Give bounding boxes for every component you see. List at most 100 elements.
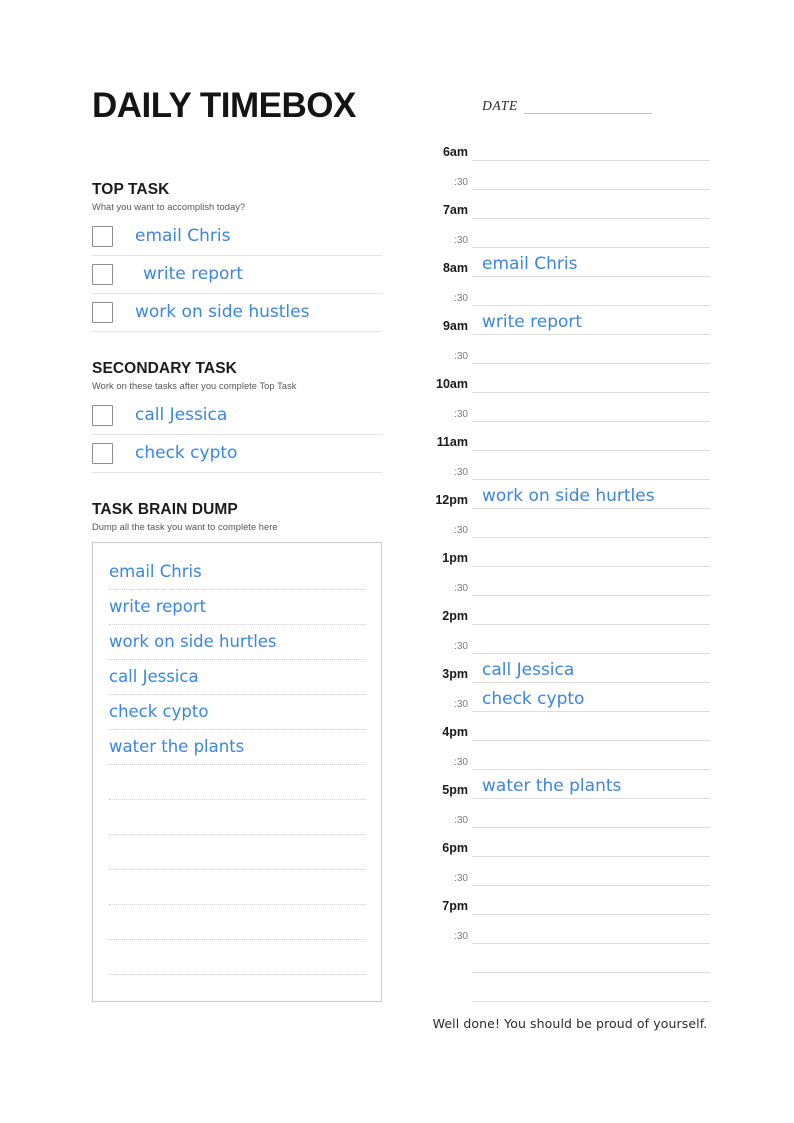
brain-dump-line[interactable]: email Chris [109, 555, 365, 590]
task-row[interactable]: work on side hustles [92, 294, 382, 332]
schedule-row[interactable]: 3pm call Jessica [430, 654, 710, 683]
schedule-row[interactable]: :30 [430, 567, 710, 596]
schedule-entry-line[interactable] [472, 915, 710, 944]
schedule-row[interactable]: :30 [430, 393, 710, 422]
schedule-entry-line[interactable] [472, 393, 710, 422]
schedule-entry-text: email Chris [482, 254, 578, 274]
schedule-row[interactable]: :30 check cypto [430, 683, 710, 712]
schedule-entry-line[interactable] [472, 567, 710, 596]
date-input-line[interactable] [523, 113, 652, 114]
brain-dump-line[interactable]: water the plants [109, 730, 365, 765]
schedule-row[interactable]: :30 [430, 451, 710, 480]
schedule-row[interactable]: :30 [430, 219, 710, 248]
schedule-entry-line[interactable] [472, 712, 710, 741]
schedule-row[interactable]: 1pm [430, 538, 710, 567]
task-label: call Jessica [135, 404, 228, 425]
brain-dump-line[interactable]: write report [109, 590, 365, 625]
schedule-entry-line[interactable] [472, 190, 710, 219]
task-checkbox[interactable] [92, 404, 113, 426]
date-field[interactable]: DATE [430, 88, 710, 114]
schedule-row[interactable]: 11am [430, 422, 710, 451]
schedule-entry-line[interactable]: write report [472, 306, 710, 335]
schedule-row[interactable]: 7am [430, 190, 710, 219]
schedule-entry-line[interactable]: call Jessica [472, 654, 710, 683]
schedule-row[interactable]: 2pm [430, 596, 710, 625]
schedule-row[interactable]: :30 [430, 915, 710, 944]
schedule-entry-line[interactable] [472, 944, 710, 973]
schedule-time-label: 2pm [442, 609, 468, 623]
brain-dump-text: work on side hurtles [109, 631, 277, 651]
task-checkbox[interactable] [92, 263, 113, 285]
schedule-time-label: :30 [454, 177, 468, 188]
brain-dump-line[interactable] [109, 940, 365, 975]
schedule-row[interactable]: 12pm work on side hurtles [430, 480, 710, 509]
schedule-row[interactable]: 10am [430, 364, 710, 393]
schedule-row[interactable]: 8am email Chris [430, 248, 710, 277]
schedule-entry-line[interactable] [472, 625, 710, 654]
task-row[interactable]: email Chris [92, 218, 382, 256]
schedule-rows: 6am:30 7am:30 8am email Chris:30 9am write re… [430, 132, 710, 1002]
schedule-row[interactable] [430, 973, 710, 1002]
brain-dump-line[interactable]: call Jessica [109, 660, 365, 695]
schedule-row[interactable]: 5pm water the plants [430, 770, 710, 799]
brain-dump-line[interactable]: check cypto [109, 695, 365, 730]
schedule-entry-text: write report [482, 312, 583, 332]
schedule-entry-line[interactable] [472, 219, 710, 248]
schedule-entry-line[interactable]: check cypto [472, 683, 710, 712]
schedule-row[interactable]: 6pm [430, 828, 710, 857]
task-checkbox[interactable] [92, 301, 113, 323]
schedule-entry-line[interactable] [472, 596, 710, 625]
schedule-entry-line[interactable] [472, 335, 710, 364]
brain-dump-line[interactable]: work on side hurtles [109, 625, 365, 660]
task-checkbox[interactable] [92, 442, 113, 464]
left-column: DAILY TIMEBOX TOP TASK What you want to … [92, 87, 382, 1002]
schedule-row[interactable]: 9am write report [430, 306, 710, 335]
schedule-entry-line[interactable]: water the plants [472, 770, 710, 799]
task-checkbox[interactable] [92, 225, 113, 247]
schedule-entry-line[interactable] [472, 828, 710, 857]
brain-dump-line[interactable] [109, 870, 365, 905]
schedule-entry-line[interactable] [472, 161, 710, 190]
schedule-row[interactable]: :30 [430, 277, 710, 306]
schedule-row[interactable]: :30 [430, 509, 710, 538]
schedule-row[interactable]: :30 [430, 335, 710, 364]
schedule-time-label: :30 [454, 583, 468, 594]
schedule-entry-line[interactable] [472, 132, 710, 161]
schedule-entry-line[interactable] [472, 422, 710, 451]
schedule-column: DATE 6am:30 7am:30 8am email Chris:30 9am wri… [430, 88, 710, 1031]
task-row[interactable]: call Jessica [92, 397, 382, 435]
schedule-row[interactable]: :30 [430, 741, 710, 770]
schedule-row[interactable]: 6am [430, 132, 710, 161]
schedule-entry-line[interactable] [472, 538, 710, 567]
schedule-row[interactable]: :30 [430, 799, 710, 828]
schedule-entry-line[interactable]: work on side hurtles [472, 480, 710, 509]
schedule-entry-line[interactable] [472, 364, 710, 393]
brain-dump-line[interactable] [109, 905, 365, 940]
schedule-entry-line[interactable] [472, 509, 710, 538]
schedule-entry-line[interactable] [472, 886, 710, 915]
brain-dump-section: TASK BRAIN DUMP Dump all the task you wa… [92, 501, 382, 1002]
schedule-row[interactable]: 7pm [430, 886, 710, 915]
top-task-heading: TOP TASK [92, 180, 170, 198]
task-label: check cypto [135, 442, 238, 463]
schedule-row[interactable]: :30 [430, 625, 710, 654]
schedule-row[interactable]: 4pm [430, 712, 710, 741]
brain-dump-line[interactable] [109, 835, 365, 870]
schedule-entry-line[interactable] [472, 799, 710, 828]
schedule-entry-line[interactable] [472, 277, 710, 306]
schedule-row[interactable] [430, 944, 710, 973]
schedule-entry-line[interactable] [472, 973, 710, 1002]
schedule-entry-line[interactable] [472, 857, 710, 886]
schedule-time-label: 6am [442, 145, 468, 159]
brain-dump-line[interactable] [109, 800, 365, 835]
task-row[interactable]: write report [92, 256, 382, 294]
brain-dump-line[interactable] [109, 765, 365, 800]
schedule-entry-line[interactable]: email Chris [472, 248, 710, 277]
schedule-entry-line[interactable] [472, 451, 710, 480]
schedule-entry-line[interactable] [472, 741, 710, 770]
schedule-time-label: :30 [454, 757, 468, 768]
schedule-entry-text: check cypto [482, 689, 585, 709]
task-row[interactable]: check cypto [92, 435, 382, 473]
schedule-row[interactable]: :30 [430, 857, 710, 886]
schedule-row[interactable]: :30 [430, 161, 710, 190]
